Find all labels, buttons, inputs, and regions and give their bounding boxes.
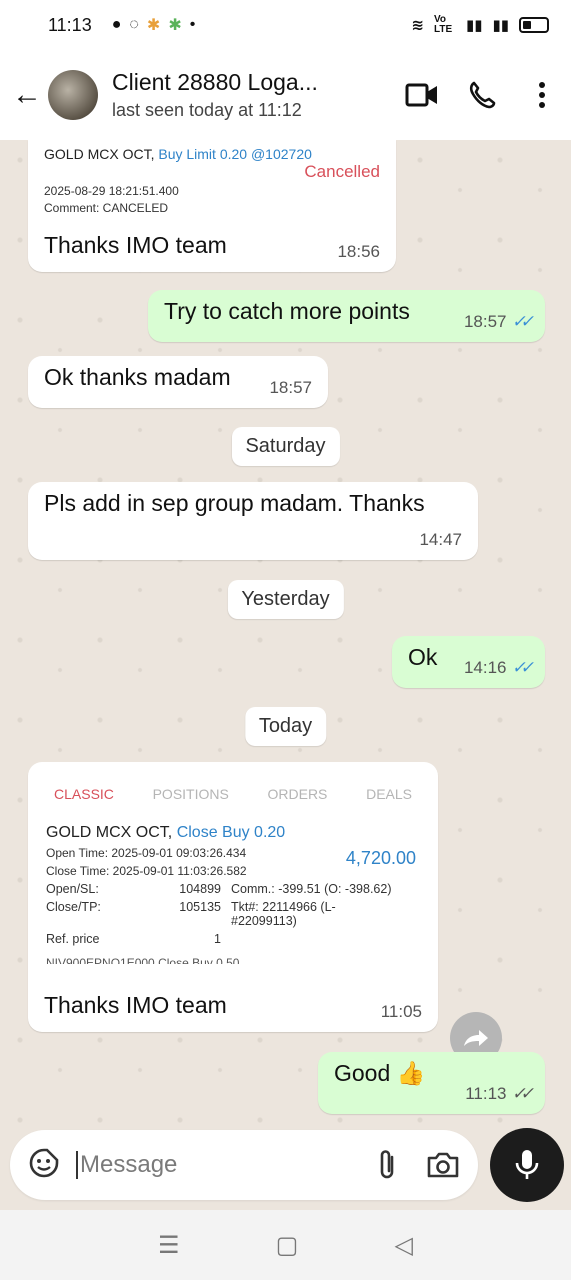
trade-header: GOLD MCX OCT, Close Buy 0.20 [46,824,420,842]
more-notifications-icon: • [189,16,196,33]
system-icons: ≋ Vo LTE ▮▮ ▮▮ [411,15,549,35]
read-tick-icon: ✓✓ [510,658,532,677]
row-extra [221,932,401,946]
chat-notification-icon: ● [111,16,122,33]
delivered-tick-icon: ✓✓ [510,1084,532,1103]
order-symbol: GOLD MCX OCT, [44,146,155,162]
read-tick-icon: ✓✓ [510,312,532,331]
phone-icon[interactable] [465,78,499,112]
cut-line: NIV900EPNO1E000 Close Buy 0.50 [46,956,240,964]
back-nav-icon[interactable]: ◁ [394,1231,412,1260]
message-meta: 18:57 ✓✓ [463,312,532,332]
volte-icon: Vo LTE [433,14,453,35]
more-vert-icon[interactable] [525,78,559,112]
message-text: Ok [408,644,438,670]
message-text: Ok thanks madam [44,364,231,390]
message-composer[interactable]: Message [10,1130,478,1200]
message-bubble[interactable]: Pls add in sep group madam. Thanks 14:47 [28,482,478,560]
message-bubble[interactable]: Ok 14:16 ✓✓ [392,636,545,688]
message-meta: 11:13 ✓✓ [465,1084,532,1104]
wifi-icon: ≋ [411,17,424,34]
message-bubble[interactable]: GOLD MCX OCT, Buy Limit 0.20 @102720 Can… [28,140,396,272]
recents-icon[interactable]: ☰ [158,1231,180,1260]
message-text: Good 👍 [334,1060,426,1086]
message-bubble[interactable]: Good 👍 11:13 ✓✓ [318,1052,545,1114]
message-time: 11:05 [380,1002,422,1021]
status-bar: 11:13 ● ◌ ✱ ✱ • ≋ Vo LTE ▮▮ ▮▮ [0,0,571,50]
order-detail: Buy Limit 0.20 @102720 [158,146,312,162]
sticker-icon[interactable] [28,1147,60,1184]
signal-icon-2: ▮▮ [492,17,509,34]
message-time: 18:57 [269,378,312,397]
message-time: 14:47 [419,530,462,549]
message-bubble[interactable]: Ok thanks madam 18:57 [28,356,328,408]
order-datetime: 2025-08-29 18:21:51.400 [44,184,179,198]
message-time: 14:16 [463,658,507,677]
message-text: Pls add in sep group madam. Thanks [44,490,425,516]
arrow-left-icon[interactable]: ← [12,78,48,112]
video-icon[interactable] [405,78,439,112]
paperclip-icon[interactable] [370,1148,404,1182]
row-label: Ref. price [46,932,100,946]
contact-name: Client 28880 Loga... [112,69,318,95]
row-value: 1 [214,932,221,946]
date-chip: Today [244,707,327,746]
mic-icon[interactable] [490,1128,564,1202]
row-label: Close/TP: [46,900,101,914]
trade-screenshot: CLASSIC POSITIONS ORDERS DEALS GOLD MCX … [32,766,434,978]
system-nav-bar: ☰ ▢ ◁ [0,1210,571,1280]
message-bubble[interactable]: CLASSIC POSITIONS ORDERS DEALS GOLD MCX … [28,762,438,1032]
trade-profit: 4,720.00 [345,848,416,868]
message-input[interactable]: Message [76,1151,348,1179]
last-seen: last seen today at 11:12 [112,100,302,120]
battery-icon [519,17,549,33]
notification-icons: ● ◌ ✱ ✱ • [112,15,196,35]
message-text: Thanks IMO team [44,232,227,258]
home-icon[interactable]: ▢ [276,1231,299,1260]
message-time: 18:56 [337,242,380,261]
date-chip: Yesterday [227,580,344,619]
trade-action: Close Buy 0.20 [176,824,286,841]
message-time: 18:57 [463,312,507,331]
row-extra: Tkt#: 22114966 (L-#22099113) [231,900,336,928]
trade-symbol: GOLD MCX OCT, [46,824,173,841]
tab-deals: DEALS [366,786,412,802]
order-status: Cancelled [304,162,380,181]
date-chip: Saturday [231,427,340,466]
row-value: 105135 [179,900,221,914]
whatsapp-notification-icon: ◌ [129,16,139,33]
signal-icon: ▮▮ [465,17,483,34]
status-time: 11:13 [48,14,92,35]
tab-classic: CLASSIC [54,786,114,802]
message-text: Try to catch more points [164,298,410,324]
message-meta: 14:16 ✓✓ [463,658,532,678]
app-notification-icon-2: ✱ [168,17,182,34]
message-text: Thanks IMO team [44,992,227,1018]
order-screenshot: GOLD MCX OCT, Buy Limit 0.20 @102720 Can… [28,140,396,226]
chat-header: ← Client 28880 Loga... last seen today a… [0,50,571,140]
trade-tabs: CLASSIC POSITIONS ORDERS DEALS [32,786,434,802]
row-value: 104899 [179,882,221,896]
app-notification-icon: ✱ [146,17,161,34]
tab-orders: ORDERS [267,786,328,802]
contact-info[interactable]: Client 28880 Loga... last seen today at … [112,69,395,121]
trade-details: Open/SL: 104899 Comm.: -399.51 (O: -398.… [46,882,420,946]
message-bubble[interactable]: Try to catch more points 18:57 ✓✓ [148,290,545,342]
chat-area[interactable]: GOLD MCX OCT, Buy Limit 0.20 @102720 Can… [0,140,571,1130]
avatar[interactable] [48,70,98,120]
row-extra: Comm.: -399.51 (O: -398.62) [231,882,392,896]
message-time: 11:13 [465,1084,507,1103]
order-comment: Comment: CANCELED [44,201,169,215]
camera-icon[interactable] [426,1148,460,1182]
row-label: Open/SL: [46,882,99,896]
tab-positions: POSITIONS [152,786,229,802]
